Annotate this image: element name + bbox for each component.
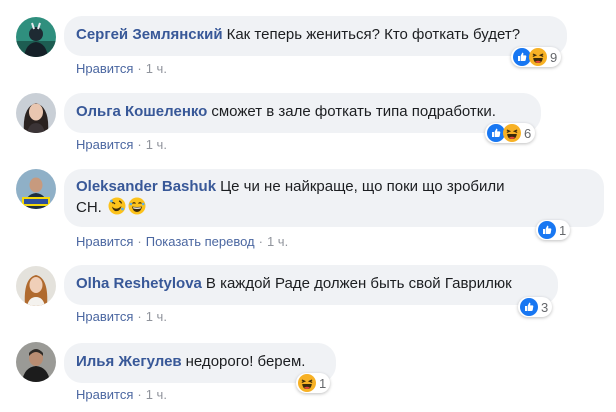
like-link[interactable]: Нравится (76, 234, 133, 249)
comment-actions: Нравится · 1 ч. (76, 309, 167, 325)
avatar[interactable] (16, 266, 56, 306)
reactions-summary[interactable]: 3 (518, 297, 553, 317)
comment-text: сможет в зале фоткать типа подработки. (211, 103, 496, 120)
grin-emoji-icon (128, 197, 146, 215)
author-name[interactable]: Сергей Землянский (76, 26, 223, 43)
avatar[interactable] (16, 93, 56, 133)
like-link[interactable]: Нравится (76, 61, 133, 76)
comment-text: Це чи не найкраще, що поки що зробили (220, 178, 505, 195)
like-icon (520, 298, 538, 316)
separator: · (137, 234, 142, 249)
author-name[interactable]: Olha Reshetylova (76, 275, 202, 292)
show-translation-link[interactable]: Показать перевод (146, 234, 255, 249)
separator: · (258, 234, 263, 249)
separator: · (137, 137, 142, 152)
comment-bubble: Olha Reshetylova В каждой Раде должен быт… (64, 265, 558, 305)
comment-bubble: Ольга Кошеленко сможет в зале фоткать тип… (64, 93, 541, 133)
timestamp[interactable]: 1 ч. (146, 309, 167, 324)
comment-text-continued: СН. (76, 199, 102, 216)
author-name[interactable]: Илья Жегулев (76, 353, 182, 370)
comment-actions: Нравится · Показать перевод · 1 ч. (76, 234, 288, 250)
reaction-count: 1 (559, 222, 567, 238)
timestamp[interactable]: 1 ч. (146, 137, 167, 152)
comment-actions: Нравится · 1 ч. (76, 61, 167, 77)
like-link[interactable]: Нравится (76, 137, 133, 152)
separator: · (137, 309, 142, 324)
avatar[interactable] (16, 342, 56, 382)
like-link[interactable]: Нравится (76, 387, 133, 402)
comment-bubble: Сергей Землянский Как теперь жениться? Кт… (64, 16, 567, 56)
avatar[interactable] (16, 169, 56, 209)
comment-text: В каждой Раде должен быть свой Гаврилюк (205, 275, 512, 292)
comment-text: недорого! берем. (185, 353, 306, 370)
separator: · (137, 61, 142, 76)
haha-icon (529, 48, 547, 66)
avatar[interactable] (16, 17, 56, 57)
rofl-emoji-icon (108, 197, 126, 215)
author-name[interactable]: Oleksander Bashuk (76, 178, 216, 195)
comment-bubble: Илья Жегулев недорого! берем. (64, 343, 336, 383)
reaction-count: 3 (541, 299, 549, 315)
reaction-count: 9 (550, 49, 558, 65)
like-icon (538, 221, 556, 239)
like-link[interactable]: Нравится (76, 309, 133, 324)
reactions-summary[interactable]: 9 (511, 47, 562, 67)
comment-text: Как теперь жениться? Кто фоткать будет? (226, 26, 521, 43)
reactions-summary[interactable]: 1 (536, 220, 571, 240)
reaction-count: 1 (319, 375, 327, 391)
haha-icon (298, 374, 316, 392)
comment-actions: Нравится · 1 ч. (76, 387, 167, 403)
timestamp[interactable]: 1 ч. (146, 387, 167, 402)
timestamp[interactable]: 1 ч. (146, 61, 167, 76)
separator: · (137, 387, 142, 402)
haha-icon (503, 124, 521, 142)
reactions-summary[interactable]: 6 (485, 123, 536, 143)
reaction-count: 6 (524, 125, 532, 141)
timestamp[interactable]: 1 ч. (267, 234, 288, 249)
author-name[interactable]: Ольга Кошеленко (76, 103, 207, 120)
comment-bubble: Oleksander Bashuk Це чи не найкраще, що п… (64, 169, 604, 227)
comment-actions: Нравится · 1 ч. (76, 137, 167, 153)
reactions-summary[interactable]: 1 (296, 373, 331, 393)
